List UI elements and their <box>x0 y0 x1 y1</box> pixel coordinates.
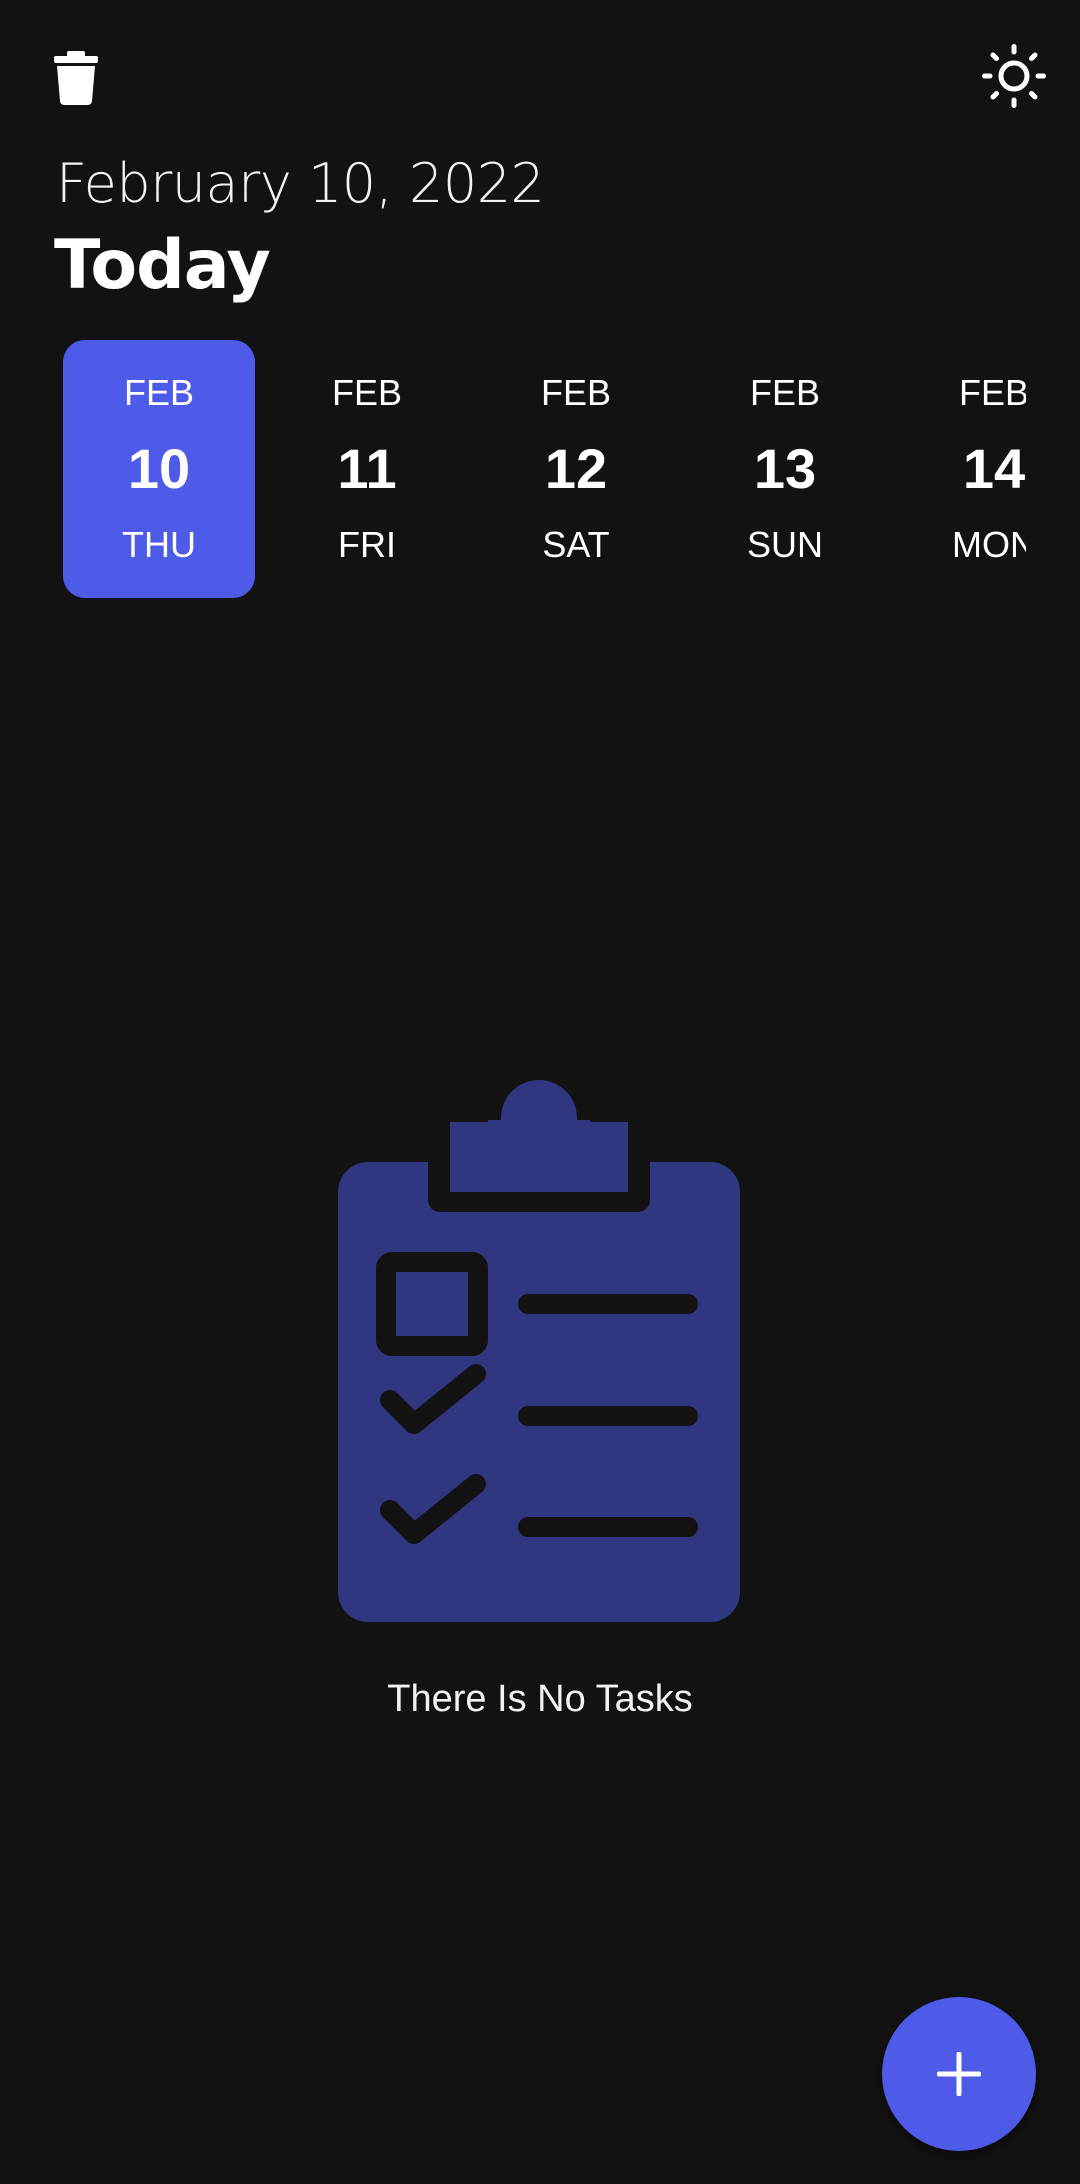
date-weekday: FRI <box>338 524 396 565</box>
date-month: FEB <box>123 372 194 413</box>
date-item-feb-12[interactable]: FEB 12 SAT <box>480 340 672 598</box>
date-weekday: SAT <box>542 524 610 565</box>
date-picker-strip[interactable]: FEB 10 THU FEB 11 FRI FEB 12 SAT FEB 13 … <box>0 338 1026 600</box>
trash-icon <box>54 51 98 105</box>
empty-state-message: There Is No Tasks <box>387 1678 693 1720</box>
theme-toggle-button[interactable] <box>976 38 1052 114</box>
sun-icon <box>982 44 1046 108</box>
date-weekday: SUN <box>746 524 823 565</box>
date-weekday: THU <box>122 524 196 565</box>
date-item-feb-14[interactable]: FEB 14 MON <box>898 340 1026 598</box>
date-item-feb-11[interactable]: FEB 11 FRI <box>271 340 463 598</box>
date-day: 14 <box>962 437 1026 500</box>
current-date: February 10, 2022 <box>56 152 545 215</box>
date-weekday: MON <box>952 524 1026 565</box>
clipboard-checklist-icon <box>338 1080 740 1622</box>
date-month: FEB <box>958 372 1026 413</box>
empty-state-illustration <box>338 1080 740 1622</box>
date-day: 10 <box>127 437 191 500</box>
delete-all-button[interactable] <box>44 40 108 116</box>
date-month: FEB <box>749 372 820 413</box>
plus-icon <box>937 2052 981 2096</box>
date-item-feb-10[interactable]: FEB 10 THU <box>63 340 255 598</box>
add-task-button[interactable] <box>882 1997 1036 2151</box>
date-day: 11 <box>337 437 397 500</box>
date-day: 13 <box>753 437 817 500</box>
page-title: Today <box>54 226 271 305</box>
date-month: FEB <box>331 372 402 413</box>
date-month: FEB <box>540 372 611 413</box>
date-item-feb-13[interactable]: FEB 13 SUN <box>689 340 881 598</box>
date-day: 12 <box>544 437 608 500</box>
